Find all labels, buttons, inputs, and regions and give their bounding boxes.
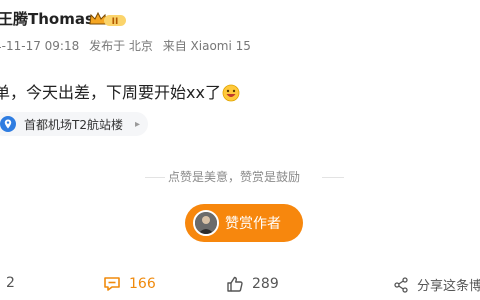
- reward-button-label: 赞赏作者: [225, 216, 281, 232]
- avatar-person-icon: [195, 212, 217, 234]
- thumbs-up-icon: [227, 276, 243, 292]
- share-button[interactable]: 分享这条博: [393, 275, 480, 294]
- post-date[interactable]: 4-11-17 09:18: [0, 39, 79, 53]
- post-location-meta: 发布于 北京: [89, 39, 153, 53]
- location-label: 首都机场T2航站楼: [24, 117, 123, 132]
- vip-level: II: [112, 17, 119, 27]
- repost-button[interactable]: 2: [6, 275, 15, 291]
- post-meta: 4-11-17 09:18 发布于 北京 来自 Xiaomi 15: [0, 37, 257, 54]
- vip-crown-badge[interactable]: II: [88, 10, 128, 28]
- reward-author-button[interactable]: 赞赏作者: [185, 204, 303, 242]
- crown-icon: II: [89, 11, 126, 27]
- divider-left: [145, 177, 165, 178]
- username[interactable]: 王腾Thomas: [0, 8, 94, 29]
- author-avatar: [193, 210, 219, 236]
- post-text-content: 单，今天出差，下周要开始xx了: [0, 83, 221, 102]
- like-button[interactable]: 289: [226, 275, 279, 293]
- reward-tip: 点赞是美意，赞赏是鼓励: [168, 170, 301, 184]
- location-chip[interactable]: 首都机场T2航站楼 ▸: [0, 112, 148, 136]
- comment-button[interactable]: 166: [103, 275, 156, 293]
- post-source: 来自 Xiaomi 15: [162, 39, 251, 53]
- repost-count: 2: [6, 275, 15, 291]
- share-icon: [394, 276, 408, 293]
- share-label: 分享这条博: [417, 279, 480, 294]
- like-count: 289: [252, 276, 279, 292]
- grin-emoji-icon: [222, 84, 240, 106]
- location-pin-icon: [0, 116, 16, 132]
- chevron-right-icon: ▸: [134, 118, 140, 130]
- comment-count: 166: [129, 276, 156, 292]
- divider-right: [322, 177, 344, 178]
- comment-icon: [104, 277, 120, 291]
- post-text: 单，今天出差，下周要开始xx了: [0, 79, 240, 106]
